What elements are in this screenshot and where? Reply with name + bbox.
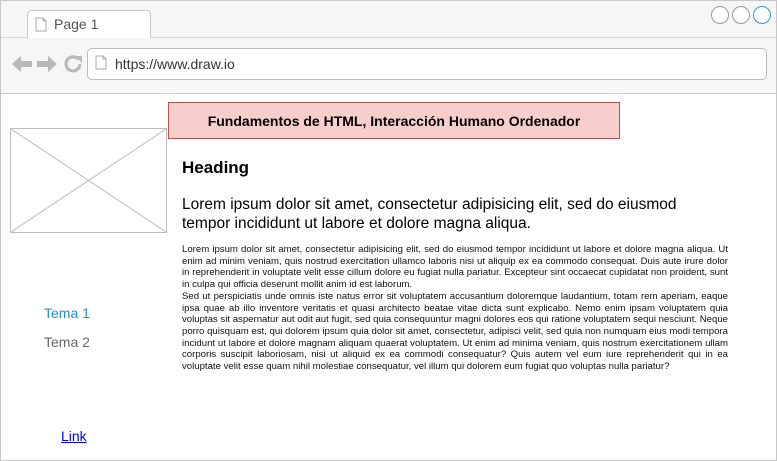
sidebar-link[interactable]: Link (61, 428, 87, 444)
window-button-2[interactable] (732, 6, 750, 24)
url-text[interactable]: https://www.draw.io (115, 56, 235, 72)
browser-tab[interactable]: Page 1 (27, 10, 151, 38)
tab-strip: Page 1 (1, 1, 776, 38)
document-icon (95, 55, 107, 70)
page-banner: Fundamentos de HTML, Interacción Humano … (168, 102, 620, 139)
arrow-right-icon[interactable] (36, 54, 58, 74)
sidebar-item-tema-2[interactable]: Tema 2 (44, 334, 90, 350)
address-bar[interactable]: https://www.draw.io (87, 48, 767, 80)
browser-window: Page 1 https://www.draw.io Fundamentos d… (0, 0, 777, 461)
lead-paragraph: Lorem ipsum dolor sit amet, consectetur … (182, 196, 677, 232)
refresh-icon[interactable] (63, 54, 83, 74)
body-paragraph: Lorem ipsum dolor sit amet, consectetur … (182, 244, 728, 291)
browser-toolbar: https://www.draw.io (1, 38, 776, 94)
body-text: Lorem ipsum dolor sit amet, consectetur … (182, 244, 728, 373)
window-button-1[interactable] (711, 6, 729, 24)
image-placeholder (10, 128, 167, 233)
tab-title: Page 1 (54, 16, 99, 32)
window-button-3[interactable] (753, 6, 771, 24)
body-paragraph: Sed ut perspiciatis unde omnis iste natu… (182, 290, 728, 373)
arrow-left-icon[interactable] (11, 54, 33, 74)
sidebar-item-tema-1[interactable]: Tema 1 (44, 305, 90, 321)
page-heading: Heading (182, 158, 250, 177)
document-icon (35, 17, 47, 32)
